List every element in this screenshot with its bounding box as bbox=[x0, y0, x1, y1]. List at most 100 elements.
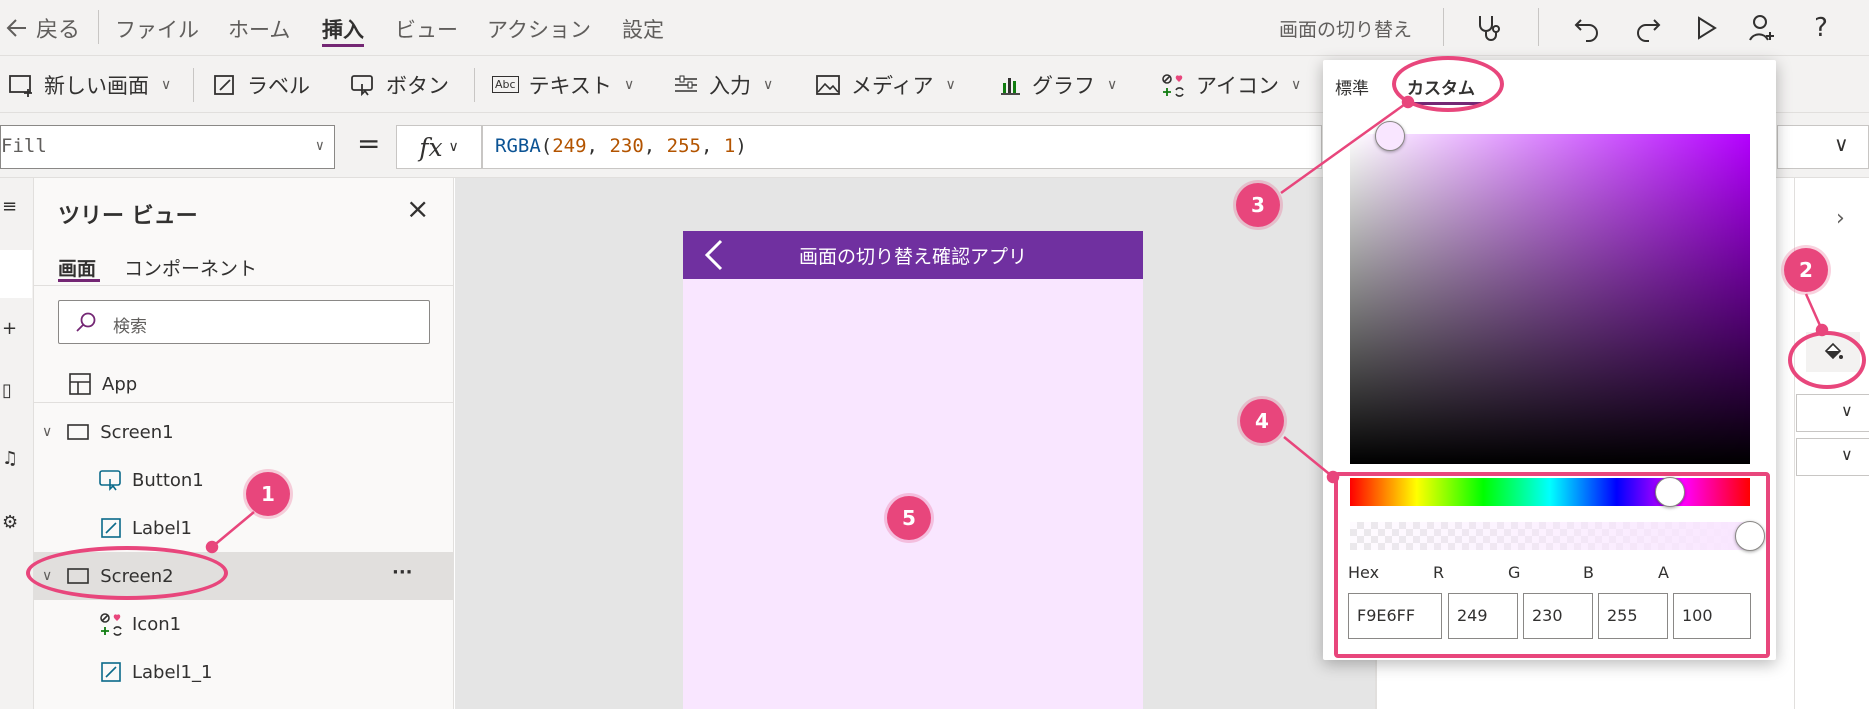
chart-button[interactable]: グラフ ∨ bbox=[998, 56, 1117, 113]
advanced-rail-icon[interactable]: ⚙ bbox=[2, 512, 18, 533]
hamburger-icon[interactable]: ≡ bbox=[2, 196, 17, 217]
icon-control-icon bbox=[100, 613, 122, 636]
insert-rail-icon[interactable]: + bbox=[2, 318, 17, 339]
formula-comma: , bbox=[700, 135, 724, 157]
button-label: ボタン bbox=[386, 73, 449, 98]
formula-r: 249 bbox=[552, 135, 587, 157]
media-rail-icon[interactable]: ♫ bbox=[2, 448, 18, 469]
add-user-icon[interactable] bbox=[1743, 8, 1783, 48]
chevron-down-icon: ∨ bbox=[763, 76, 774, 93]
icons-gallery-icon bbox=[1162, 73, 1184, 97]
media-label: メディア bbox=[851, 73, 934, 98]
chevron-down-icon[interactable]: ∨ bbox=[42, 424, 52, 440]
chevron-down-icon: ∨ bbox=[1290, 76, 1302, 93]
sv-picker-thumb[interactable] bbox=[1375, 121, 1405, 151]
tab-components[interactable]: コンポーネント bbox=[124, 254, 257, 281]
back-chevron-icon[interactable] bbox=[703, 239, 725, 271]
annotation-box-4 bbox=[1334, 472, 1770, 658]
divider bbox=[193, 68, 194, 102]
screen-transition-label: 画面の切り替え bbox=[1279, 19, 1413, 41]
divider bbox=[98, 10, 99, 44]
active-tab-underline bbox=[58, 279, 100, 282]
media-button[interactable]: メディア ∨ bbox=[815, 56, 956, 113]
menu-file[interactable]: ファイル bbox=[115, 14, 199, 44]
chevron-down-icon: ∨ bbox=[1841, 401, 1853, 420]
annotation-badge-2: 2 bbox=[1784, 248, 1828, 292]
tree-item-app[interactable]: App bbox=[34, 360, 454, 408]
tree-item-label: Icon1 bbox=[132, 613, 182, 635]
screen-icon bbox=[67, 424, 90, 440]
search-input[interactable]: 検索 bbox=[58, 300, 430, 344]
tree-item-icon1[interactable]: Icon1 bbox=[34, 600, 454, 648]
menu-settings[interactable]: 設定 bbox=[622, 14, 664, 44]
redo-icon[interactable] bbox=[1628, 8, 1668, 48]
chevron-down-icon: ∨ bbox=[1107, 76, 1118, 93]
label-label: ラベル bbox=[247, 73, 310, 98]
tree-item-label: Label1_1 bbox=[132, 661, 213, 683]
fx-button[interactable]: fx ∨ bbox=[396, 125, 482, 169]
left-rail: ≡ + ▯ ♫ ⚙ bbox=[0, 178, 34, 709]
label-button[interactable]: ラベル bbox=[213, 56, 310, 113]
media-image-icon bbox=[816, 74, 840, 95]
play-icon[interactable] bbox=[1686, 8, 1726, 48]
undo-icon[interactable] bbox=[1567, 8, 1607, 48]
button-icon bbox=[351, 74, 373, 96]
tree-view-rail-icon[interactable] bbox=[0, 250, 32, 298]
icon-button[interactable]: アイコン ∨ bbox=[1160, 56, 1301, 113]
back-button[interactable]: 戻る bbox=[6, 12, 80, 44]
formula-a: 1 bbox=[723, 135, 736, 157]
back-label: 戻る bbox=[36, 18, 81, 43]
menu-view[interactable]: ビュー bbox=[395, 14, 458, 44]
button-button[interactable]: ボタン bbox=[350, 56, 449, 113]
search-icon bbox=[76, 312, 96, 332]
chevron-down-icon: ∨ bbox=[315, 138, 324, 154]
tree-item-button1[interactable]: Button1 bbox=[34, 456, 454, 504]
menu-bar: 戻る ファイル ホーム 挿入 ビュー アクション 設定 画面の切り替え ? bbox=[0, 0, 1869, 56]
tree-item-screen1[interactable]: ∨ Screen1 bbox=[34, 408, 454, 456]
equals-sign: = bbox=[357, 127, 381, 160]
formula-paren: ) bbox=[735, 135, 747, 157]
tab-screens[interactable]: 画面 bbox=[58, 254, 96, 281]
chevron-down-icon: ∨ bbox=[161, 76, 172, 93]
formula-input[interactable]: RGBA(249, 230, 255, 1) bbox=[482, 125, 1322, 169]
app-screen-preview[interactable]: 画面の切り替え確認アプリ bbox=[683, 231, 1143, 709]
tree-item-label1[interactable]: Label1 bbox=[34, 504, 454, 552]
menu-home[interactable]: ホーム bbox=[228, 14, 290, 44]
saturation-value-area[interactable] bbox=[1350, 121, 1750, 464]
new-screen-label: 新しい画面 bbox=[44, 73, 149, 98]
search-placeholder: 検索 bbox=[113, 317, 147, 337]
tree-item-label1-1[interactable]: Label1_1 bbox=[34, 648, 454, 696]
stethoscope-icon[interactable] bbox=[1469, 8, 1509, 48]
fx-icon: fx bbox=[419, 132, 443, 162]
property-select[interactable]: Fill ∨ bbox=[0, 125, 335, 169]
more-options-icon[interactable]: ··· bbox=[392, 562, 413, 583]
formula-input-end[interactable]: ∨ bbox=[1777, 125, 1869, 169]
menu-action[interactable]: アクション bbox=[487, 14, 591, 44]
input-button[interactable]: 入力 ∨ bbox=[673, 56, 773, 113]
formula-b: 255 bbox=[666, 135, 701, 157]
formula-paren: ( bbox=[540, 135, 553, 157]
icon-label: アイコン bbox=[1196, 73, 1279, 98]
tree-item-label: Screen1 bbox=[100, 421, 174, 443]
new-screen-button[interactable]: 新しい画面 ∨ bbox=[8, 56, 171, 113]
chevron-down-icon: ∨ bbox=[448, 139, 459, 155]
close-icon[interactable]: × bbox=[406, 192, 429, 225]
tree-item-label: Label1 bbox=[132, 517, 193, 539]
annotation-badge-5: 5 bbox=[887, 496, 931, 540]
text-button[interactable]: Abc テキスト ∨ bbox=[492, 56, 634, 113]
button-icon bbox=[99, 470, 121, 491]
expand-formula-icon[interactable]: ∨ bbox=[1834, 132, 1849, 156]
label-icon bbox=[101, 662, 121, 682]
data-rail-icon[interactable]: ▯ bbox=[2, 380, 12, 401]
property-dropdown[interactable]: ∨ bbox=[1796, 394, 1869, 432]
screen-header: 画面の切り替え確認アプリ bbox=[683, 231, 1143, 279]
label-icon bbox=[214, 74, 234, 95]
formula-g: 230 bbox=[609, 135, 644, 157]
chevron-right-icon[interactable]: › bbox=[1836, 206, 1845, 231]
tab-standard[interactable]: 標準 bbox=[1335, 74, 1369, 99]
divider bbox=[34, 402, 454, 403]
help-icon[interactable]: ? bbox=[1801, 8, 1841, 48]
formula-function: RGBA bbox=[495, 135, 541, 157]
menu-insert[interactable]: 挿入 bbox=[322, 14, 364, 44]
property-dropdown[interactable]: ∨ bbox=[1796, 438, 1869, 476]
